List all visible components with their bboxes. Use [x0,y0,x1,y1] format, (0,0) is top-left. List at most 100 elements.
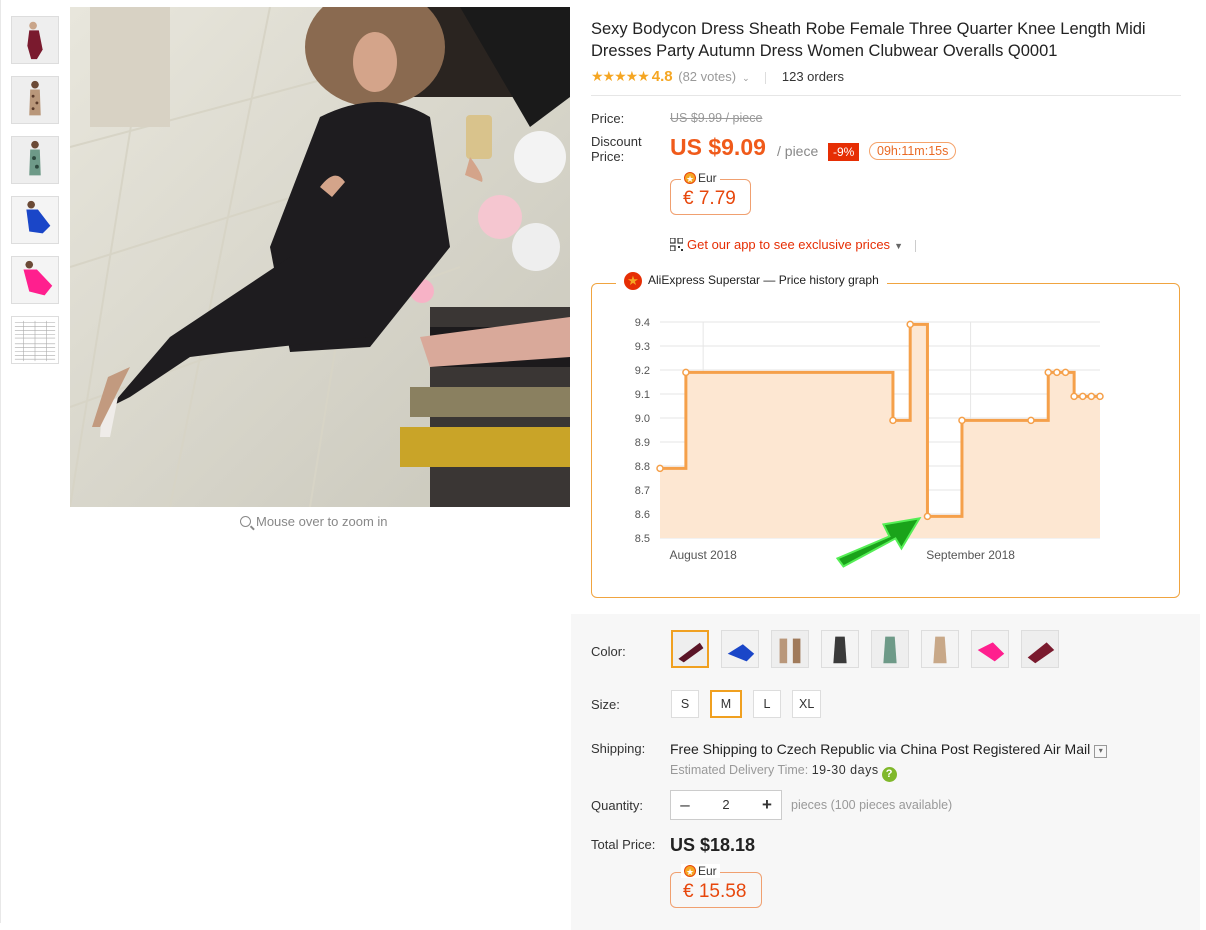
size-option-xl[interactable]: XL [792,690,822,718]
quantity-stepper: – 2 + [670,790,782,820]
chevron-down-icon[interactable]: ⌄ [742,73,750,83]
per-piece-unit: / piece [777,143,819,159]
divider [765,71,767,84]
countdown-timer: 09h:11m:15s [869,142,957,160]
price-history-chart: 8.5 8.6 8.7 8.8 8.9 9.0 9.1 9.2 9.3 9.4 August 201… [635,317,1104,568]
main-product-image[interactable] [70,7,570,507]
y-tick-label: 8.9 [635,437,650,449]
delivery-days: 19-30 days [811,763,879,777]
price-point [1044,368,1052,377]
eur-label: Eur [698,864,717,878]
color-swatch-blue[interactable] [721,630,759,668]
y-tick-label: 8.7 [635,485,650,497]
price-point [1078,392,1087,401]
price-point [1053,368,1061,377]
y-tick-label: 9.4 [635,317,650,329]
delivery-label: Estimated Delivery Time: [670,763,809,777]
y-tick-label: 8.8 [635,461,650,473]
size-label: Size: [591,697,620,712]
zoom-icon [240,516,251,527]
product-title: Sexy Bodycon Dress Sheath Robe Female Th… [591,20,1146,60]
discount-price-label: Discount Price: [591,134,642,164]
y-tick-label: 8.5 [635,533,650,545]
chevron-down-icon[interactable]: ▾ [1094,745,1108,758]
shipping-info[interactable]: Free Shipping to Czech Republic via Chin… [670,741,1108,758]
price-point [1061,368,1070,377]
price-label: Price: [591,111,625,126]
color-swatch-pink[interactable] [971,630,1009,668]
price-point [682,368,690,377]
total-eur-box: ★ Eur € 15.58 [670,864,762,908]
color-label: Color: [591,644,626,659]
total-price-label: Total Price: [591,837,656,852]
color-swatch-beige[interactable] [921,630,959,668]
eur-price-box: ★ Eur € 7.79 [670,171,751,215]
quantity-label: Quantity: [591,798,644,813]
discount-badge: -9% [828,143,860,161]
divider [914,239,916,252]
increase-button[interactable]: + [753,791,781,819]
y-tick-label: 9.0 [635,413,650,425]
price-point [1096,392,1104,401]
discount-label-line2: Price: [591,149,625,164]
y-tick-label: 9.2 [635,365,650,377]
app-link-text: Get our app to see exclusive prices [687,237,891,252]
total-price-value: US $18.18 [670,835,756,855]
thumbnail-burgundy-dress[interactable] [11,16,59,64]
app-exclusive-link[interactable]: Get our app to see exclusive prices ▼ [670,237,916,252]
zoom-hint-text: Mouse over to zoom in [256,514,388,529]
size-option-s[interactable]: S [671,690,699,718]
x-tick-label: September 2018 [926,548,1015,562]
thumbnail-leopard-dress[interactable] [11,76,59,124]
divider [591,95,1181,96]
y-tick-label: 9.1 [635,389,650,401]
price-area [660,324,1100,538]
thumbnail-blue-dress[interactable] [11,196,59,244]
rating-row: ★★★★★ 4.8 (82 votes) ⌄ 123 orders [591,68,844,86]
discount-label-line1: Discount [591,134,642,149]
eur-price-value: € 7.79 [683,188,736,209]
size-option-l[interactable]: L [753,690,781,718]
quantity-note: pieces (100 pieces available) [791,798,953,812]
star-badge-icon: ★ [684,865,696,877]
thumbnail-green-print-dress[interactable] [11,136,59,184]
y-tick-label: 8.6 [635,509,650,521]
x-tick-label: August 2018 [669,548,737,562]
discount-price: US $9.09 [670,134,766,160]
caret-down-icon: ▼ [894,241,903,251]
decrease-button[interactable]: – [671,791,699,819]
eur-label: Eur [698,171,717,185]
color-swatch-green-print[interactable] [871,630,909,668]
color-swatch-burgundy[interactable] [671,630,709,668]
shipping-label: Shipping: [591,741,646,756]
quantity-input[interactable]: 2 [699,791,753,819]
price-point [1027,416,1035,425]
color-swatch-wine[interactable] [1021,630,1059,668]
help-icon[interactable]: ? [881,767,897,782]
color-swatch-leopard[interactable] [771,630,809,668]
eur-tag: ★ Eur [681,864,720,878]
options-panel: Color: Size: S M L XL Shipping: Free Shi… [571,614,1200,930]
star-badge-icon: ★ [684,172,696,184]
thumbnail-size-chart[interactable] [11,316,59,364]
orders-count: 123 orders [781,69,845,84]
price-history-graph: ★ AliExpress Superstar — Price history gr… [591,272,1180,598]
original-price: US $9.99 / piece [670,111,763,125]
price-point [958,416,966,425]
rating-stars-icon: ★★★★★ [591,68,650,84]
zoom-hint: Mouse over to zoom in [240,514,388,529]
color-swatch-grey[interactable] [821,630,859,668]
thumbnail-list [11,16,61,376]
size-option-m[interactable]: M [710,690,742,718]
thumbnail-pink-dress[interactable] [11,256,59,304]
price-point [1087,392,1096,401]
price-point [656,464,664,473]
price-point [889,416,897,425]
total-eur-value: € 15.58 [683,881,747,902]
eur-tag: ★ Eur [681,171,720,185]
votes-link[interactable]: (82 votes) [678,69,736,84]
price-point [923,512,932,521]
qr-code-icon [670,238,683,251]
delivery-info: Estimated Delivery Time: 19-30 days? [670,763,897,782]
y-tick-label: 9.3 [635,341,650,353]
